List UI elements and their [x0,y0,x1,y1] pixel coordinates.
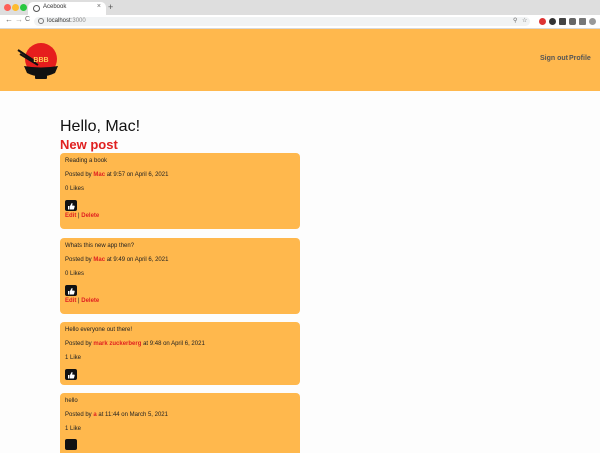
like-count: 1 Like [65,355,82,361]
url-port: :3000 [70,18,86,24]
forward-button[interactable]: → [15,15,23,24]
delete-link[interactable]: Delete [81,213,99,219]
post-card: Hello everyone out there! Posted by mark… [60,322,300,385]
delete-link[interactable]: Delete [81,298,99,304]
like-count: 0 Likes [65,271,85,277]
posted-by-label: Posted by [65,341,92,347]
minimize-window-button[interactable] [12,4,19,11]
posted-by-label: Posted by [65,172,92,178]
post-content: Whats this new app then? [65,243,135,249]
post-content: hello [65,398,78,404]
browser-tab[interactable]: Acebook × [28,2,106,15]
reload-button[interactable]: C [25,16,30,23]
site-header [0,29,600,91]
post-meta: Posted by a at 11:44 on March 5, 2021 [65,412,168,418]
tab-close-icon[interactable]: × [97,3,101,10]
post-timestamp: at 11:44 on March 5, 2021 [98,412,168,418]
reading-list-icon[interactable] [579,18,586,25]
like-button[interactable] [65,200,77,211]
like-count: 0 Likes [65,186,85,192]
post-author-link[interactable]: mark zuckerberg [93,341,141,347]
post-card: Reading a book Posted by Mac at 9:57 on … [60,153,300,229]
thumbs-up-icon [68,287,75,294]
close-window-button[interactable] [4,4,11,11]
post-actions: Edit | Delete [65,213,99,219]
browser-toolbar: ← → C localhost:3000 ⚲ ☆ [0,15,600,29]
post-author-link[interactable]: Mac [93,257,105,263]
thumbs-up-icon [68,202,75,209]
posted-by-label: Posted by [65,412,92,418]
post-meta: Posted by Mac at 9:57 on April 6, 2021 [65,172,168,178]
maximize-window-button[interactable] [20,4,27,11]
edit-link[interactable]: Edit [65,298,76,304]
url-text: localhost:3000 [47,17,86,26]
extensions-puzzle-icon[interactable] [569,18,576,25]
post-content: Reading a book [65,158,108,164]
like-button[interactable] [65,369,77,380]
post-content: Hello everyone out there! [65,327,133,333]
post-card: hello Posted by a at 11:44 on March 5, 2… [60,393,300,453]
logo-text: BBB [33,57,48,64]
profile-link[interactable]: Profile [569,55,591,62]
post-timestamp: at 9:49 on April 6, 2021 [106,257,169,263]
ramen-bowl-icon: BBB [17,43,58,79]
tab-title: Acebook [43,4,67,10]
like-button[interactable] [65,285,77,296]
info-icon[interactable] [38,18,44,24]
zoom-icon[interactable]: ⚲ [513,17,517,26]
extension-dark-icon[interactable] [549,18,556,25]
browser-tabstrip: Acebook × + [0,0,600,15]
action-separator: | [78,298,80,304]
thumbs-up-icon [68,371,75,378]
post-meta: Posted by Mac at 9:49 on April 6, 2021 [65,257,168,263]
profile-avatar-icon[interactable] [589,18,596,25]
back-button[interactable]: ← [5,15,13,24]
greeting-heading: Hello, Mac! [60,118,141,135]
acebook-logo[interactable]: BBB [14,38,68,84]
action-separator: | [78,213,80,219]
new-tab-button[interactable]: + [108,2,113,12]
globe-icon [33,5,40,12]
post-meta: Posted by mark zuckerberg at 9:48 on Apr… [65,341,205,347]
post-timestamp: at 9:57 on April 6, 2021 [106,172,169,178]
sign-out-link[interactable]: Sign out [540,55,568,62]
edit-link[interactable]: Edit [65,213,76,219]
new-post-link[interactable]: New post [60,137,118,152]
url-host: localhost [47,18,71,24]
like-count: 1 Like [65,426,82,432]
posted-by-label: Posted by [65,257,92,263]
post-author-link[interactable]: Mac [93,172,105,178]
bookmark-star-icon[interactable]: ☆ [522,17,527,26]
address-bar[interactable]: localhost:3000 ⚲ ☆ [34,17,530,26]
post-actions: Edit | Delete [65,298,99,304]
extension-grid-icon[interactable] [559,18,566,25]
extension-red-icon[interactable] [539,18,546,25]
post-timestamp: at 9:48 on April 6, 2021 [143,341,205,347]
post-card: Whats this new app then? Posted by Mac a… [60,238,300,314]
post-author-link[interactable]: a [93,412,96,418]
